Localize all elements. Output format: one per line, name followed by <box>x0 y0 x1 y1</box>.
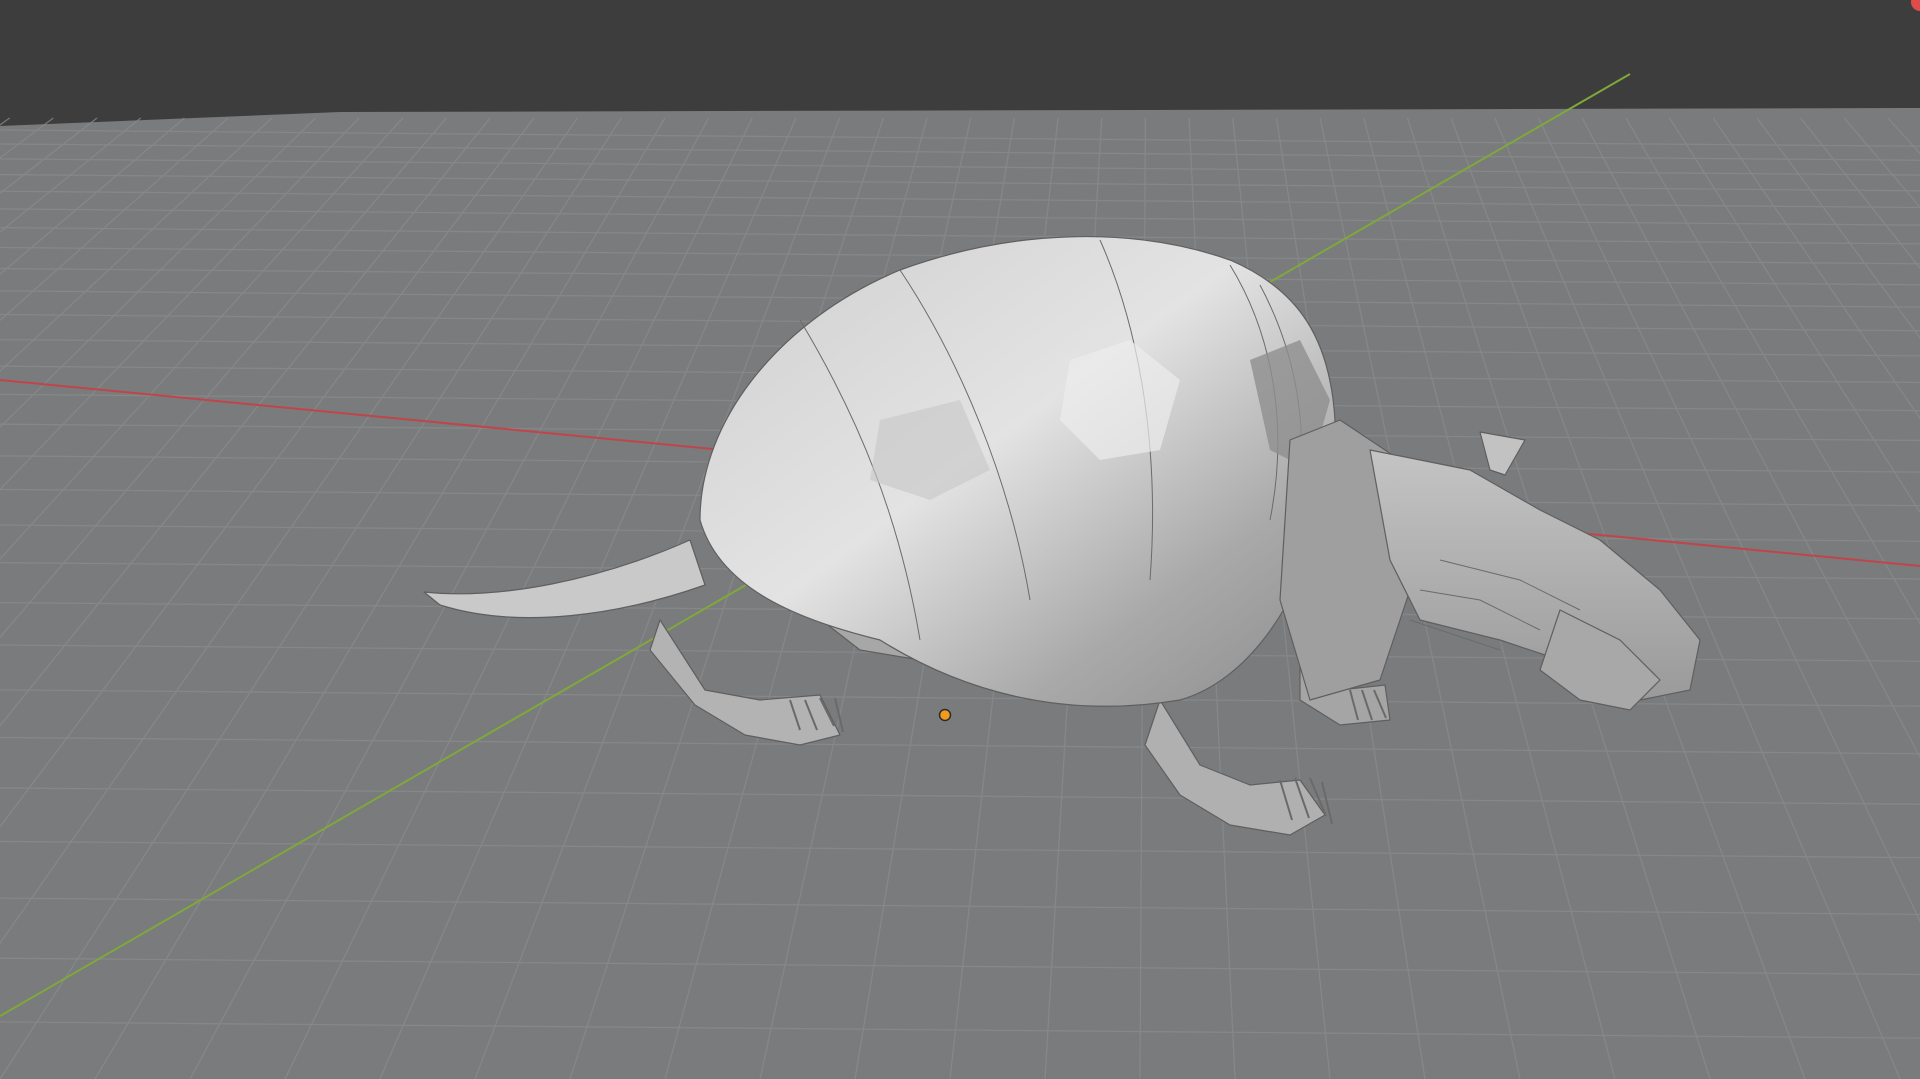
object-origin-dot[interactable] <box>938 708 952 722</box>
viewport-scene[interactable] <box>0 0 1920 1079</box>
3d-viewport[interactable] <box>0 0 1920 1079</box>
